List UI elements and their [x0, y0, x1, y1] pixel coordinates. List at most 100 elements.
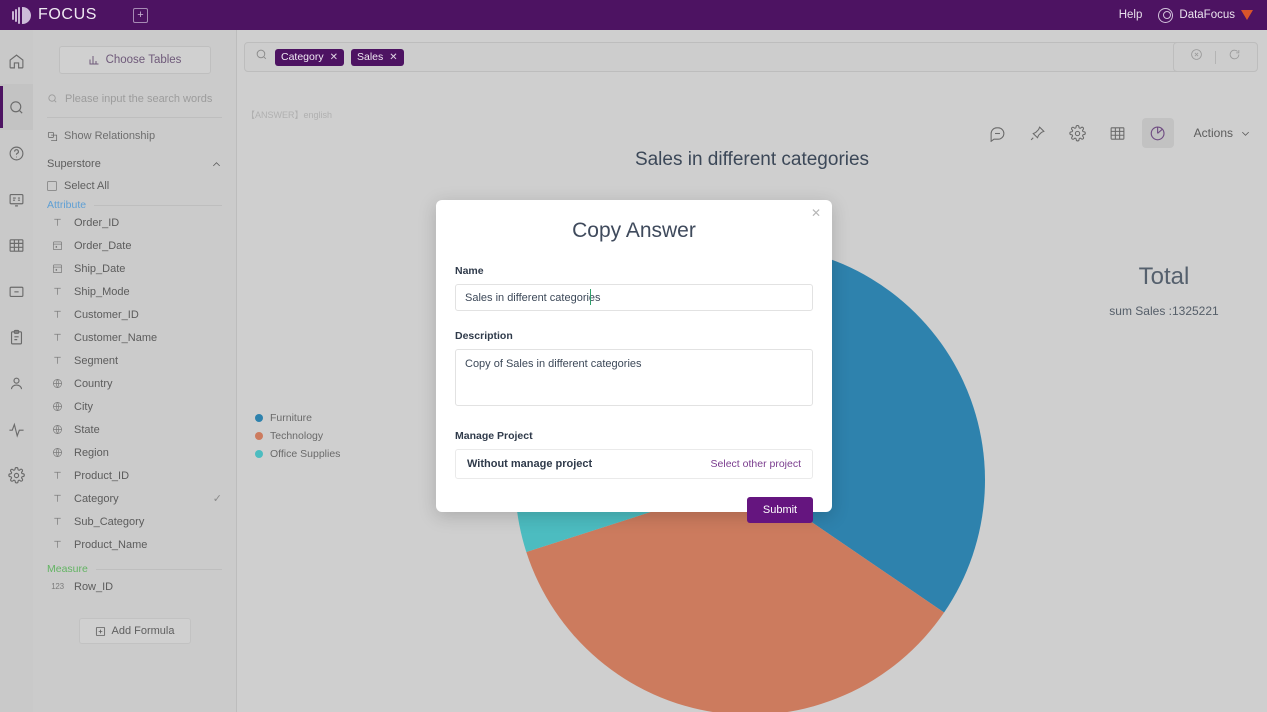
rail-item-tables[interactable] — [0, 222, 33, 268]
field-row[interactable]: Ship_Mode — [33, 280, 236, 303]
field-row[interactable]: Segment — [33, 349, 236, 372]
legend-item[interactable]: Furniture — [255, 412, 340, 424]
add-formula-button[interactable]: Add Formula — [78, 618, 191, 644]
rail-item-search[interactable] — [0, 84, 33, 130]
rail-item-clipboard[interactable] — [0, 314, 33, 360]
field-row[interactable]: Order_Date — [33, 234, 236, 257]
show-relationship-label: Show Relationship — [64, 130, 156, 142]
total-value: sum Sales :1325221 — [1109, 304, 1219, 318]
clipboard-icon — [10, 329, 23, 344]
field-name: Segment — [74, 354, 119, 367]
divider — [1215, 50, 1216, 64]
pin-icon — [1030, 125, 1045, 140]
add-formula-label: Add Formula — [111, 625, 175, 637]
field-row[interactable]: Order_ID — [33, 211, 236, 234]
attribute-field-list: Order_ID Order_Date Ship_Date Ship_Mode Cust… — [33, 211, 236, 556]
field-row[interactable]: Sub_Category — [33, 510, 236, 533]
legend-item[interactable]: Office Supplies — [255, 448, 340, 460]
user-icon — [10, 377, 23, 389]
field-row[interactable]: Country — [33, 372, 236, 395]
clear-query-button[interactable] — [1190, 48, 1203, 66]
legend-label: Furniture — [270, 412, 313, 424]
chart-settings-button[interactable] — [1062, 118, 1094, 148]
top-bar: FOCUS + Help DataFocus — [0, 0, 1267, 30]
rail-item-settings[interactable] — [0, 452, 33, 498]
description-input[interactable]: Copy of Sales in different categories — [455, 349, 813, 406]
home-icon — [9, 53, 24, 68]
geo-type-icon — [51, 424, 64, 435]
panel-search[interactable]: Please input the search words — [47, 92, 222, 118]
field-row[interactable]: State — [33, 418, 236, 441]
legend-label: Technology — [270, 430, 324, 442]
rail-item-monitor[interactable] — [0, 406, 33, 452]
field-row[interactable]: 123 Row_ID — [33, 575, 236, 598]
select-all-row[interactable]: Select All — [47, 180, 222, 192]
project-name: Without manage project — [467, 458, 593, 470]
help-link[interactable]: Help — [1119, 9, 1143, 21]
refresh-button[interactable] — [1228, 48, 1241, 66]
dialog-body: Name Description Copy of Sales in differ… — [436, 243, 832, 479]
field-row[interactable]: Customer_ID — [33, 303, 236, 326]
actions-dropdown[interactable]: Actions — [1188, 126, 1257, 140]
legend-swatch — [255, 414, 263, 422]
chart-view-button[interactable] — [1141, 118, 1174, 148]
field-name: Row_ID — [74, 580, 114, 593]
text-type-icon — [51, 355, 64, 366]
text-type-icon — [51, 332, 64, 343]
comment-button[interactable] — [982, 118, 1014, 148]
select-other-project-link[interactable]: Select other project — [711, 458, 801, 470]
rail-item-users[interactable] — [0, 360, 33, 406]
field-row[interactable]: Product_Name — [33, 533, 236, 556]
close-dialog-button[interactable]: ✕ — [811, 207, 821, 219]
field-name: Category — [74, 492, 119, 505]
datasource-name: Superstore — [47, 158, 101, 170]
legend-label: Office Supplies — [270, 448, 341, 460]
rail-item-home[interactable] — [0, 38, 33, 84]
search-icon — [48, 94, 57, 103]
close-icon[interactable]: ✕ — [330, 52, 338, 63]
name-input[interactable] — [455, 284, 813, 311]
attribute-label: Attribute — [47, 199, 87, 211]
query-chip[interactable]: Sales ✕ — [351, 48, 404, 66]
show-relationship-button[interactable]: Show Relationship — [47, 130, 222, 142]
table-view-button[interactable] — [1102, 118, 1134, 148]
user-menu[interactable]: DataFocus — [1158, 7, 1253, 23]
pin-button[interactable] — [1022, 118, 1054, 148]
measure-field-list: 123 Row_ID — [33, 575, 236, 598]
select-all-checkbox[interactable] — [47, 181, 57, 191]
legend-swatch — [255, 450, 263, 458]
choose-tables-button[interactable]: Choose Tables — [58, 46, 211, 74]
query-chip[interactable]: Category ✕ — [275, 48, 344, 66]
field-row[interactable]: Customer_Name — [33, 326, 236, 349]
dialog-footer: Submit — [436, 479, 832, 523]
submit-button[interactable]: Submit — [747, 497, 813, 523]
field-row[interactable]: City — [33, 395, 236, 418]
table-grid-icon — [1110, 126, 1125, 140]
field-name: Product_Name — [74, 538, 148, 551]
date-type-icon — [51, 240, 64, 251]
close-icon[interactable]: ✕ — [389, 52, 397, 63]
field-row[interactable]: Ship_Date — [33, 257, 236, 280]
chevron-up-icon — [212, 161, 221, 166]
app-root: FOCUS + Help DataFocus Choose Tables Ple… — [0, 0, 1267, 712]
rail-item-help[interactable] — [0, 130, 33, 176]
field-name: Product_ID — [74, 469, 130, 482]
rail-item-dashboard[interactable] — [0, 176, 33, 222]
legend-swatch — [255, 432, 263, 440]
add-formula-row: Add Formula — [33, 618, 236, 644]
add-tab-icon[interactable]: + — [133, 7, 148, 23]
legend-item[interactable]: Technology — [255, 430, 340, 442]
number-type-icon: 123 — [51, 582, 64, 591]
field-row[interactable]: Product_ID — [33, 464, 236, 487]
relationship-icon — [47, 131, 58, 141]
query-bar[interactable]: Category ✕ Sales ✕ — [244, 42, 1256, 72]
brand-logo[interactable]: FOCUS — [12, 6, 97, 24]
datasource-header[interactable]: Superstore — [47, 158, 222, 170]
field-row[interactable]: Region — [33, 441, 236, 464]
rail-item-folders[interactable] — [0, 268, 33, 314]
top-bar-right: Help DataFocus — [1119, 7, 1253, 23]
focus-logo-icon — [12, 6, 31, 24]
chart-title: Sales in different categories — [634, 149, 870, 170]
actions-label: Actions — [1193, 126, 1233, 140]
field-row[interactable]: Category ✓ — [33, 487, 236, 510]
